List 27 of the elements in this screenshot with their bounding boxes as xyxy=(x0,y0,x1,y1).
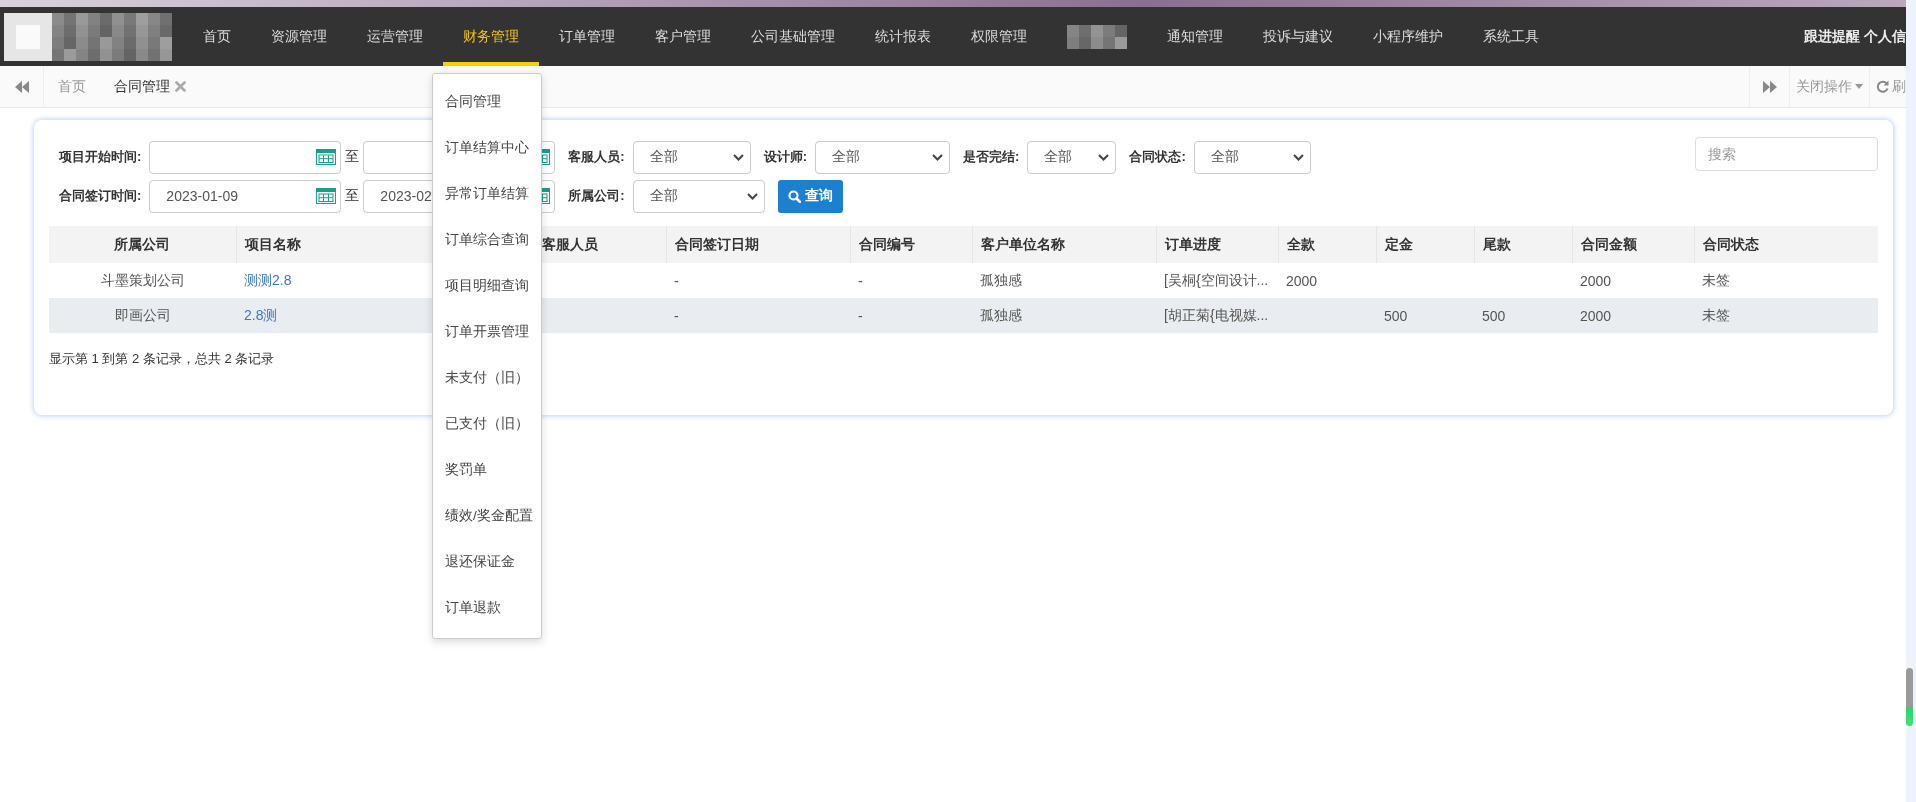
table-cell: 2000 xyxy=(1572,298,1694,333)
table-cell: 500 xyxy=(1474,298,1572,333)
table-cell: 未签 xyxy=(1694,263,1878,298)
table-cell: 未签 xyxy=(1694,298,1878,333)
table-cell: - xyxy=(850,298,972,333)
table-cell: [吴桐{空间设计... xyxy=(1156,263,1278,298)
table-cell: 孤独感 xyxy=(972,298,1156,333)
filter-label: 所属公司: xyxy=(568,187,625,205)
range-separator: 至 xyxy=(345,148,360,166)
filter-label: 合同签订时间: xyxy=(59,187,142,205)
table-cell: 2000 xyxy=(1278,263,1376,298)
pagination-info: 显示第 1 到第 2 条记录，总共 2 条记录 xyxy=(49,350,276,368)
table-cell: 孤独感 xyxy=(972,263,1156,298)
table-cell: - xyxy=(850,263,972,298)
table-cell: 500 xyxy=(1376,298,1474,333)
filter-label: 客服人员: xyxy=(568,148,625,166)
table-cell: - xyxy=(666,263,850,298)
filter-label: 项目开始时间: xyxy=(59,148,142,166)
filter-label: 是否完结: xyxy=(963,148,1020,166)
range-separator: 至 xyxy=(345,187,360,205)
table-cell: 2000 xyxy=(1572,263,1694,298)
table-cell: - xyxy=(666,298,850,333)
table-cell: 斗墨策划公司 xyxy=(49,263,236,298)
table-cell: [胡正菊{电视媒... xyxy=(1156,298,1278,333)
table-cell: 即画公司 xyxy=(49,298,236,333)
filter-label: 设计师: xyxy=(763,148,808,166)
filter-label: 合同状态: xyxy=(1129,148,1186,166)
